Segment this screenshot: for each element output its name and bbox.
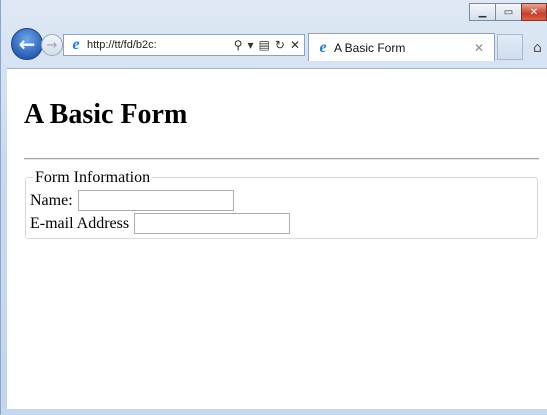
home-icon[interactable]: ⌂ xyxy=(533,40,547,56)
address-url[interactable]: http://tt/fd/b2c: xyxy=(87,39,234,51)
navigation-toolbar: ← → e http://tt/fd/b2c: ⚲ ▾ ▤ ↻ ✕ e A Ba… xyxy=(1,24,547,68)
back-arrow-icon: ← xyxy=(18,32,36,56)
page-title: A Basic Form xyxy=(24,99,188,130)
name-label: Name: xyxy=(30,191,73,209)
ie-page-icon: e xyxy=(72,36,80,53)
dropdown-icon[interactable]: ▾ xyxy=(248,38,254,52)
status-bar xyxy=(1,409,547,415)
tab-title: A Basic Form xyxy=(334,40,406,55)
tab-a-basic-form[interactable]: e A Basic Form ✕ xyxy=(308,33,495,61)
page-viewport: A Basic Form Form Information Name: E-ma… xyxy=(7,68,547,409)
fieldset-legend: Form Information xyxy=(33,169,153,187)
email-row: E-mail Address xyxy=(30,213,291,234)
address-bar[interactable]: e http://tt/fd/b2c: ⚲ ▾ ▤ ↻ ✕ xyxy=(63,34,305,56)
refresh-icon[interactable]: ↻ xyxy=(275,38,285,52)
forward-button[interactable]: → xyxy=(41,34,63,56)
address-tools: ⚲ ▾ ▤ ↻ ✕ xyxy=(234,38,304,52)
search-icon[interactable]: ⚲ xyxy=(234,38,243,52)
minimize-icon: ▁ xyxy=(478,6,487,18)
close-window-button[interactable]: ✕ xyxy=(521,3,547,21)
window-controls: ▁ ▭ ✕ xyxy=(469,3,547,23)
name-input[interactable] xyxy=(77,190,234,211)
form-fieldset: Form Information Name: E-mail Address xyxy=(25,169,538,239)
email-input[interactable] xyxy=(134,213,291,234)
maximize-button[interactable]: ▭ xyxy=(495,3,522,21)
email-label: E-mail Address xyxy=(30,214,130,232)
back-button[interactable]: ← xyxy=(11,28,43,60)
browser-window: ▁ ▭ ✕ ← → e http://tt/fd/b2c: ⚲ ▾ ▤ ↻ ✕ … xyxy=(0,0,547,415)
horizontal-rule xyxy=(24,158,539,160)
forward-arrow-icon: → xyxy=(46,37,58,53)
minimize-button[interactable]: ▁ xyxy=(469,3,496,21)
tab-close-icon[interactable]: ✕ xyxy=(474,41,484,55)
ie-tab-icon: e xyxy=(319,38,327,56)
stop-icon[interactable]: ✕ xyxy=(290,38,300,52)
maximize-icon: ▭ xyxy=(503,6,514,18)
new-tab-button[interactable] xyxy=(497,34,523,60)
compatibility-view-icon[interactable]: ▤ xyxy=(259,38,270,52)
close-icon: ✕ xyxy=(529,6,539,18)
name-row: Name: xyxy=(30,190,234,211)
